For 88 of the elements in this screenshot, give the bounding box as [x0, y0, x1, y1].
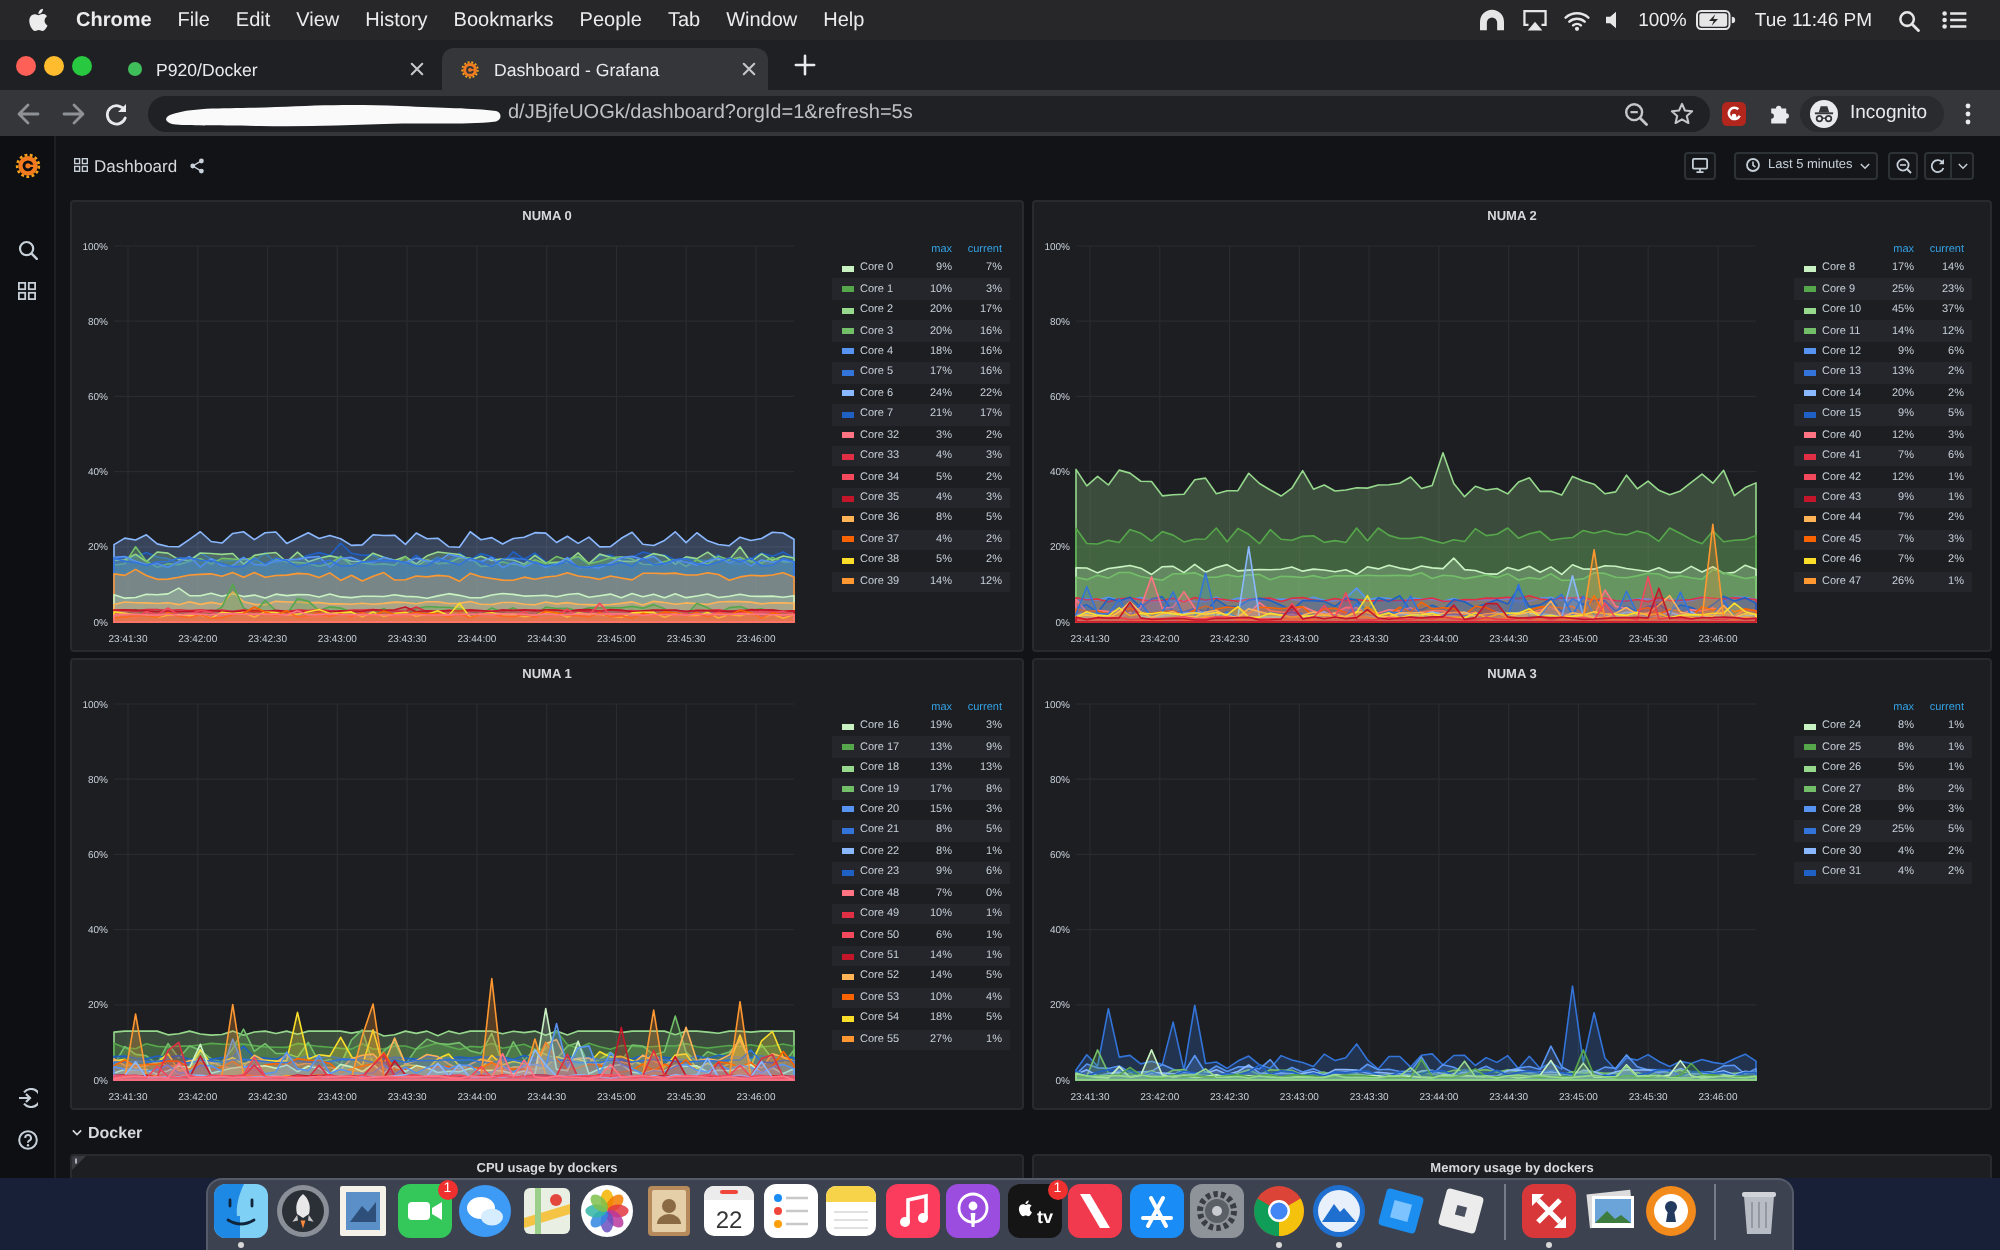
- running-indicator-icon: [238, 1242, 245, 1248]
- share-icon[interactable]: [189, 157, 204, 173]
- zoom-out-button[interactable]: [1888, 151, 1918, 179]
- list-icon[interactable]: [1942, 10, 1968, 30]
- checklist-icon[interactable]: [763, 1184, 818, 1238]
- close-icon[interactable]: [742, 62, 756, 76]
- refresh-button[interactable]: [1924, 151, 1952, 179]
- running-indicator-icon: [1336, 1242, 1343, 1248]
- extension-badge-icon[interactable]: [1722, 101, 1746, 125]
- calendar-icon[interactable]: 22: [702, 1184, 757, 1238]
- help-icon[interactable]: [17, 1130, 37, 1150]
- airplay-icon[interactable]: [1522, 8, 1549, 32]
- address-field[interactable]: d/JBjfeUOGk/dashboard?orgId=1&refresh=5s: [148, 95, 1710, 131]
- map-icon[interactable]: [519, 1184, 574, 1238]
- rocket-icon[interactable]: [275, 1184, 330, 1238]
- minimize-window-button[interactable]: [44, 55, 64, 75]
- hat-glasses-icon: [1810, 99, 1838, 127]
- close-icon[interactable]: [410, 62, 424, 76]
- zoom-out-icon: [1895, 157, 1911, 173]
- music-note-icon[interactable]: [885, 1184, 940, 1238]
- mountain-icon[interactable]: [1312, 1184, 1367, 1238]
- battery-icon[interactable]: [1696, 10, 1737, 30]
- cross-arrows-icon[interactable]: [1522, 1184, 1577, 1238]
- keyhole-icon[interactable]: [1644, 1184, 1699, 1238]
- menu-item[interactable]: Tab: [667, 9, 701, 31]
- menu-item[interactable]: People: [579, 9, 642, 31]
- row-toggle[interactable]: Docker: [72, 1123, 143, 1141]
- reload-icon[interactable]: [104, 101, 128, 125]
- gear-logo-icon[interactable]: [13, 152, 41, 180]
- caret-icon: [1860, 161, 1871, 169]
- view-mode-button[interactable]: [1684, 151, 1716, 179]
- grid-icon[interactable]: [18, 282, 36, 300]
- refresh-icon: [1930, 157, 1946, 173]
- profile-button[interactable]: Incognito: [1800, 95, 1944, 131]
- gear-icon[interactable]: [1190, 1184, 1245, 1238]
- sign-in-icon[interactable]: [17, 1088, 37, 1108]
- menu-item[interactable]: Window: [726, 9, 798, 31]
- crossed-sticks-icon[interactable]: [1129, 1184, 1184, 1238]
- wifi-icon[interactable]: [1564, 9, 1591, 31]
- clock-icon: [1746, 158, 1760, 172]
- podcast-icon[interactable]: [946, 1184, 1001, 1238]
- dashboard-title[interactable]: Dashboard: [94, 155, 178, 175]
- refresh-interval-button[interactable]: [1952, 151, 1974, 179]
- apple-logo-icon[interactable]: [28, 8, 48, 32]
- caret-icon: [1957, 161, 1967, 169]
- speaker-icon[interactable]: [1604, 10, 1619, 30]
- running-indicator-icon: [1546, 1242, 1553, 1248]
- search-icon[interactable]: [1898, 9, 1920, 31]
- gear-logo-icon: [460, 59, 480, 79]
- search-icon[interactable]: [17, 240, 37, 260]
- menu-item[interactable]: Bookmarks: [453, 9, 554, 31]
- battery-percent: 100%: [1638, 9, 1687, 31]
- status-dot-icon: [128, 62, 142, 76]
- picture-frame-icon[interactable]: [336, 1184, 391, 1238]
- app-menu[interactable]: Chrome: [76, 9, 152, 31]
- close-window-button[interactable]: [16, 55, 36, 75]
- puzzle-piece-icon[interactable]: [1768, 101, 1792, 125]
- info-corner-icon[interactable]: [72, 1156, 86, 1170]
- back-arrow-icon[interactable]: [16, 101, 40, 125]
- browser-tab[interactable]: Dashboard - Grafana: [442, 48, 768, 90]
- caret-icon: [72, 1128, 82, 1136]
- grid-icon[interactable]: [74, 158, 88, 172]
- star-icon[interactable]: [1670, 101, 1694, 125]
- zoom-out-icon[interactable]: [1624, 101, 1648, 125]
- menu-item[interactable]: View: [296, 9, 340, 31]
- menu-clock[interactable]: Tue 11:46 PM: [1754, 9, 1872, 31]
- calendar-date: 22: [716, 1206, 743, 1234]
- more-menu-icon[interactable]: [1963, 101, 1972, 125]
- monitor-icon: [1692, 157, 1708, 173]
- menu-item[interactable]: Edit: [235, 9, 271, 31]
- two-tone-face-icon[interactable]: [214, 1184, 269, 1238]
- menu-item[interactable]: History: [365, 9, 428, 31]
- plus-icon: [793, 54, 815, 76]
- speech-bubbles-icon[interactable]: [458, 1184, 513, 1238]
- arch-icon[interactable]: [1478, 8, 1507, 32]
- zoom-window-button[interactable]: [72, 55, 92, 75]
- tricolor-circle-icon[interactable]: [1251, 1184, 1306, 1238]
- diagonal-stripe-icon[interactable]: [1068, 1184, 1123, 1238]
- new-tab-button[interactable]: [792, 53, 816, 77]
- notepad-icon[interactable]: [824, 1184, 879, 1238]
- menu-item[interactable]: Help: [823, 9, 865, 31]
- menu-item[interactable]: File: [177, 9, 210, 31]
- browser-tab[interactable]: P920/Docker: [110, 48, 436, 90]
- forward-arrow-icon[interactable]: [62, 101, 86, 125]
- video-camera-icon[interactable]: [397, 1184, 452, 1238]
- running-indicator-icon: [1275, 1242, 1282, 1248]
- flower-icon[interactable]: [580, 1184, 635, 1238]
- tv-label: tv: [1036, 1207, 1053, 1227]
